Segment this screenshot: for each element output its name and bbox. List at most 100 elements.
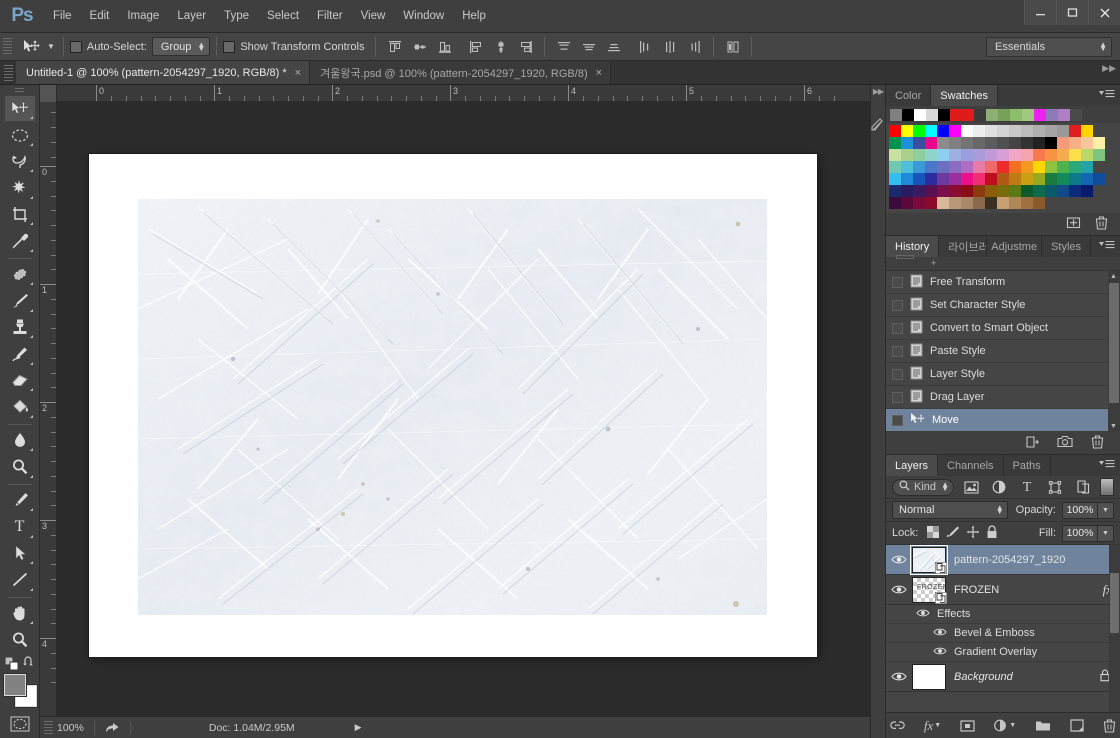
maximize-icon[interactable] [1056,0,1088,25]
menu-edit[interactable]: Edit [81,5,119,27]
swatch[interactable] [914,109,926,121]
tab-paths[interactable]: Paths [1004,455,1051,476]
swatch[interactable] [1069,161,1081,173]
swatch[interactable] [889,125,901,137]
swatch[interactable] [889,197,901,209]
swatch[interactable] [925,137,937,149]
swatch[interactable] [1057,137,1069,149]
lock-position-icon[interactable] [966,525,980,542]
history-item[interactable]: Drag Layer [886,386,1120,409]
swatch[interactable] [985,185,997,197]
document-canvas[interactable] [89,154,817,657]
swatch[interactable] [901,173,913,185]
align-horizontal-centers-icon[interactable] [488,36,513,58]
layers-scrollbar[interactable] [1109,545,1120,712]
create-document-from-state-icon[interactable] [1024,435,1039,452]
swatch[interactable] [985,137,997,149]
swatch[interactable] [949,149,961,161]
zoom-level[interactable]: 100% [57,722,84,734]
swatch[interactable] [913,149,925,161]
add-layer-mask-icon[interactable] [960,719,975,732]
menu-window[interactable]: Window [394,5,453,27]
align-left-edges-icon[interactable] [463,36,488,58]
distribute-left-edges-icon[interactable] [632,36,657,58]
type-tool[interactable]: T [5,514,35,539]
swatch[interactable] [1009,149,1021,161]
swatch[interactable] [949,185,961,197]
history-item[interactable]: Free Transform [886,271,1120,294]
magic-wand-tool[interactable] [5,175,35,200]
swatch[interactable] [985,173,997,185]
link-layers-icon[interactable] [890,720,905,731]
swatch[interactable] [925,197,937,209]
swatch[interactable] [889,173,901,185]
swatch[interactable] [1069,185,1081,197]
adjustment-layer-filter-icon[interactable] [988,478,1010,497]
show-transform-controls-checkbox[interactable] [223,40,236,53]
swatch[interactable] [949,161,961,173]
tab-history[interactable]: History [886,236,940,257]
frost-photo-layer[interactable] [138,199,767,615]
swatch[interactable] [961,125,973,137]
layer-thumbnail-pattern[interactable] [910,544,948,575]
swatches-grid[interactable] [886,123,1120,213]
swatch[interactable] [997,185,1009,197]
swatch[interactable] [973,137,985,149]
history-state-checkbox[interactable] [892,391,903,403]
opacity-value[interactable]: 100% [1062,501,1098,519]
swatch[interactable] [937,125,949,137]
swatch[interactable] [949,173,961,185]
layer-effects-group[interactable]: Effects [886,605,1120,624]
swatch[interactable] [1081,149,1093,161]
swatch[interactable] [1046,109,1058,121]
tools-panel-grip[interactable] [15,88,24,94]
tool-preset-dropdown[interactable]: ▼ [47,42,55,51]
tab-bar-grip[interactable] [4,65,13,81]
swatch[interactable] [1009,137,1021,149]
lock-all-icon[interactable] [986,524,998,542]
swatch[interactable] [937,185,949,197]
vertical-ruler[interactable]: 0 1 2 3 4 [40,102,57,716]
swatch[interactable] [901,161,913,173]
swatch[interactable] [997,173,1009,185]
swatch[interactable] [997,197,1009,209]
tab-swatches[interactable]: Swatches [931,85,998,106]
new-swatch-icon[interactable] [1066,216,1081,232]
swatch[interactable] [961,149,973,161]
swatch[interactable] [985,149,997,161]
pixel-layer-filter-icon[interactable] [960,478,982,497]
swatch[interactable] [926,109,938,121]
swatch[interactable] [937,161,949,173]
new-adjustment-layer-icon[interactable]: ▼ [994,719,1016,732]
swatch[interactable] [1093,137,1105,149]
swatch[interactable] [1057,149,1069,161]
layer-thumbnail-frozen[interactable]: FROZEN [912,576,948,604]
history-state-checkbox[interactable] [892,299,903,311]
history-list[interactable]: ▲ ▼ Free Transform Set Character Style C… [886,271,1120,432]
delete-swatch-icon[interactable] [1095,215,1108,233]
distribute-top-edges-icon[interactable] [551,36,576,58]
recent-swatches[interactable] [890,109,1116,121]
swatch[interactable] [997,125,1009,137]
menu-view[interactable]: View [352,5,395,27]
swatch[interactable] [901,125,913,137]
swatch[interactable] [913,137,925,149]
default-colors-icon[interactable] [4,656,18,673]
layers-list[interactable]: pattern-2054297_1920 FROZEN [886,544,1120,712]
menu-type[interactable]: Type [215,5,258,27]
history-brush-tool[interactable] [5,341,35,366]
new-group-icon[interactable] [1035,720,1051,732]
swatch[interactable] [1009,173,1021,185]
lock-transparent-pixels-icon[interactable] [927,525,940,541]
swatch[interactable] [949,137,961,149]
swatch[interactable] [1045,185,1057,197]
swatch[interactable] [925,149,937,161]
swatch[interactable] [1010,109,1022,121]
swatch[interactable] [961,173,973,185]
swatch[interactable] [997,149,1009,161]
status-bar-grip[interactable] [44,720,53,735]
expand-arrow-icon[interactable]: ▶ [355,722,362,733]
distribute-right-edges-icon[interactable] [682,36,707,58]
layer-visibility-toggle[interactable] [886,671,912,682]
swatch[interactable] [901,149,913,161]
